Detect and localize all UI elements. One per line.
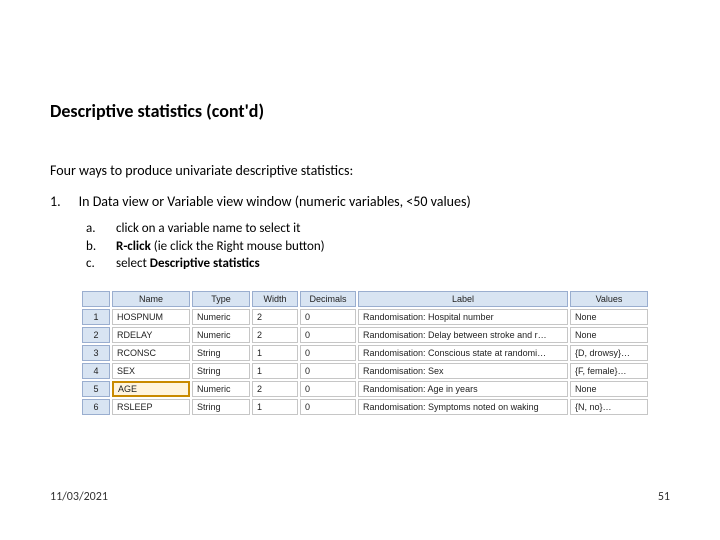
cell-decimals[interactable]: 0 xyxy=(300,309,356,325)
cell-values[interactable]: None xyxy=(570,381,648,397)
col-header-blank[interactable] xyxy=(82,291,110,307)
cell-width[interactable]: 2 xyxy=(252,381,298,397)
table-row[interactable]: 5AGENumeric20Randomisation: Age in years… xyxy=(82,381,648,397)
sublist-label-a: a. xyxy=(86,220,100,238)
list-text: In Data view or Variable view window (nu… xyxy=(79,193,471,210)
col-header-name[interactable]: Name xyxy=(112,291,190,307)
cell-name[interactable]: SEX xyxy=(112,363,190,379)
cell-label[interactable]: Randomisation: Symptoms noted on waking xyxy=(358,399,568,415)
col-header-width[interactable]: Width xyxy=(252,291,298,307)
col-header-type[interactable]: Type xyxy=(192,291,250,307)
cell-decimals[interactable]: 0 xyxy=(300,399,356,415)
cell-width[interactable]: 1 xyxy=(252,363,298,379)
row-number[interactable]: 5 xyxy=(82,381,110,397)
cell-name[interactable]: RCONSC xyxy=(112,345,190,361)
sublist-text-b: R-click (ie click the Right mouse button… xyxy=(116,238,325,256)
row-number[interactable]: 3 xyxy=(82,345,110,361)
cell-decimals[interactable]: 0 xyxy=(300,363,356,379)
cell-label[interactable]: Randomisation: Delay between stroke and … xyxy=(358,327,568,343)
footer-page-number: 51 xyxy=(658,490,670,504)
cell-width[interactable]: 1 xyxy=(252,399,298,415)
row-number[interactable]: 6 xyxy=(82,399,110,415)
sublist-label-b: b. xyxy=(86,238,100,256)
cell-values[interactable]: {F, female}… xyxy=(570,363,648,379)
table-row[interactable]: 1HOSPNUMNumeric20Randomisation: Hospital… xyxy=(82,309,648,325)
sublist-label-c: c. xyxy=(86,255,100,273)
cell-name[interactable]: AGE xyxy=(112,381,190,397)
intro-text: Four ways to produce univariate descript… xyxy=(50,162,670,179)
cell-label[interactable]: Randomisation: Conscious state at random… xyxy=(358,345,568,361)
row-number[interactable]: 2 xyxy=(82,327,110,343)
cell-type[interactable]: String xyxy=(192,399,250,415)
table-row[interactable]: 4SEXString10Randomisation: Sex{F, female… xyxy=(82,363,648,379)
table-row[interactable]: 6RSLEEPString10Randomisation: Symptoms n… xyxy=(82,399,648,415)
sublist-text-a: click on a variable name to select it xyxy=(116,220,300,238)
cell-values[interactable]: None xyxy=(570,309,648,325)
cell-width[interactable]: 1 xyxy=(252,345,298,361)
cell-values[interactable]: {D, drowsy}… xyxy=(570,345,648,361)
cell-label[interactable]: Randomisation: Sex xyxy=(358,363,568,379)
sublist-text-c: select Descriptive statistics xyxy=(116,255,260,273)
cell-width[interactable]: 2 xyxy=(252,327,298,343)
col-header-values[interactable]: Values xyxy=(570,291,648,307)
col-header-decimals[interactable]: Decimals xyxy=(300,291,356,307)
cell-decimals[interactable]: 0 xyxy=(300,381,356,397)
list-number: 1. xyxy=(50,193,61,210)
col-header-label[interactable]: Label xyxy=(358,291,568,307)
cell-values[interactable]: None xyxy=(570,327,648,343)
cell-values[interactable]: {N, no}… xyxy=(570,399,648,415)
cell-decimals[interactable]: 0 xyxy=(300,345,356,361)
cell-name[interactable]: RSLEEP xyxy=(112,399,190,415)
cell-type[interactable]: String xyxy=(192,363,250,379)
cell-name[interactable]: RDELAY xyxy=(112,327,190,343)
cell-name[interactable]: HOSPNUM xyxy=(112,309,190,325)
cell-label[interactable]: Randomisation: Hospital number xyxy=(358,309,568,325)
footer-date: 11/03/2021 xyxy=(50,490,108,504)
cell-label[interactable]: Randomisation: Age in years xyxy=(358,381,568,397)
cell-width[interactable]: 2 xyxy=(252,309,298,325)
row-number[interactable]: 4 xyxy=(82,363,110,379)
cell-type[interactable]: Numeric xyxy=(192,309,250,325)
table-row[interactable]: 2RDELAYNumeric20Randomisation: Delay bet… xyxy=(82,327,648,343)
cell-type[interactable]: Numeric xyxy=(192,327,250,343)
cell-type[interactable]: String xyxy=(192,345,250,361)
spss-variable-view: Name Type Width Decimals Label Values 1H… xyxy=(80,289,650,417)
table-row[interactable]: 3RCONSCString10Randomisation: Conscious … xyxy=(82,345,648,361)
cell-type[interactable]: Numeric xyxy=(192,381,250,397)
row-number[interactable]: 1 xyxy=(82,309,110,325)
page-title: Descriptive statistics (cont'd) xyxy=(50,100,670,122)
cell-decimals[interactable]: 0 xyxy=(300,327,356,343)
